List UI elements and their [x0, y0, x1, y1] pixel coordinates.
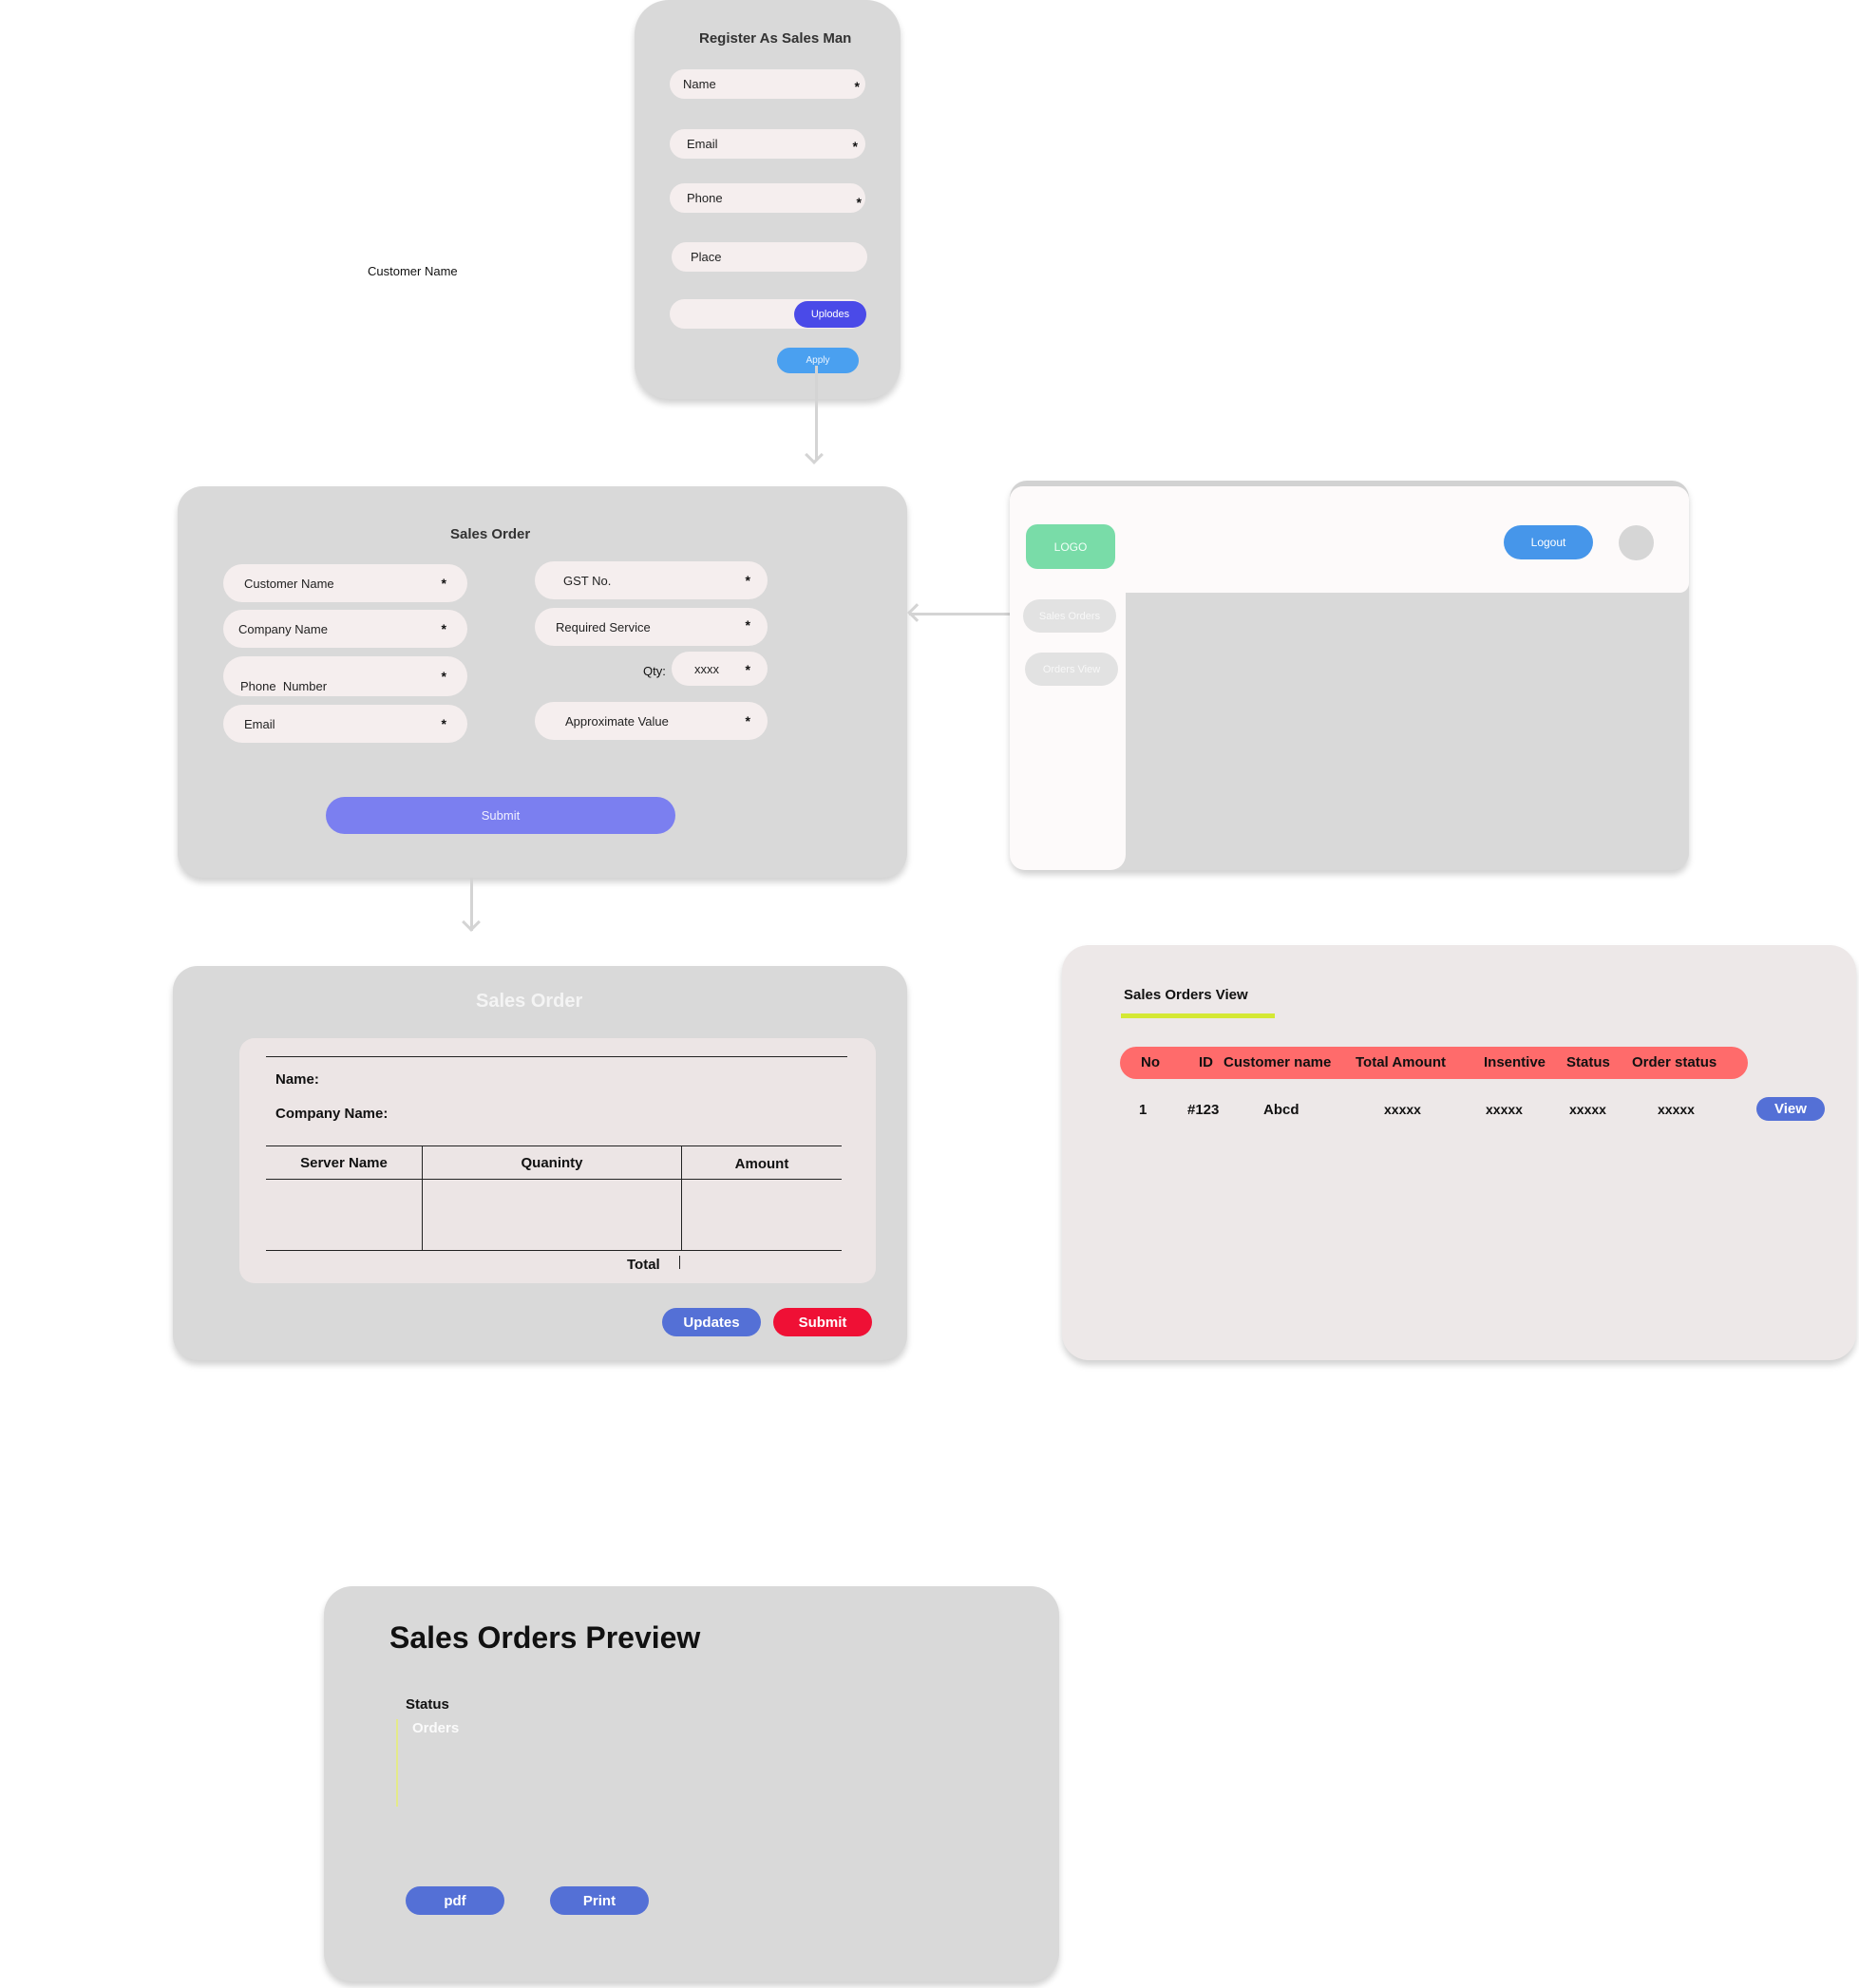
dashboard-sidebar — [1010, 543, 1126, 870]
invoice-total-label: Total — [627, 1257, 660, 1273]
email-field[interactable]: Email * — [223, 705, 467, 743]
col-id: ID — [1199, 1054, 1213, 1070]
upload-button[interactable]: Uplodes — [794, 301, 866, 328]
phone-number-field[interactable]: Phone Number * — [223, 656, 467, 696]
logout-button[interactable]: Logout — [1504, 525, 1593, 559]
invoice-name-label: Name: — [275, 1071, 319, 1088]
print-button[interactable]: Print — [550, 1886, 649, 1915]
required-star-icon: * — [745, 662, 750, 677]
preview-status-label: Status — [406, 1696, 449, 1713]
invoice-col-amount: Amount — [734, 1156, 789, 1172]
required-star-icon: * — [854, 79, 860, 94]
apply-button[interactable]: Apply — [777, 348, 859, 373]
invoice-table: Server Name Quaninty Amount — [266, 1145, 842, 1251]
qty-label: Qty: — [643, 664, 666, 678]
sidebar-item-sales-orders[interactable]: Sales Orders — [1023, 599, 1116, 633]
invoice-cell[interactable] — [682, 1180, 843, 1251]
register-email-field[interactable]: Email * — [670, 129, 865, 159]
view-button[interactable]: View — [1756, 1097, 1825, 1121]
arrow-left-icon — [907, 603, 926, 622]
required-service-label: Required Service — [556, 619, 651, 634]
register-name-field[interactable]: Name * — [670, 69, 865, 99]
orders-view-title-underline — [1121, 1013, 1275, 1018]
sidebar-item-orders-view[interactable]: Orders View — [1025, 653, 1118, 686]
col-status: Status — [1566, 1054, 1610, 1070]
col-total-amount: Total Amount — [1356, 1054, 1446, 1070]
col-customer-name: Customer name — [1224, 1054, 1332, 1070]
invoice-col-quantity: Quaninty — [422, 1145, 682, 1180]
required-star-icon: * — [441, 716, 446, 731]
pdf-button[interactable]: pdf — [406, 1886, 504, 1915]
floating-customer-name-label: Customer Name — [368, 264, 458, 278]
customer-name-field[interactable]: Customer Name * — [223, 564, 467, 602]
required-star-icon: * — [745, 573, 750, 588]
preview-orders-label: Orders — [412, 1720, 460, 1736]
invoice-total-divider — [679, 1256, 680, 1269]
invoice-cell[interactable] — [422, 1179, 682, 1251]
invoice-title: Sales Order — [476, 991, 583, 1012]
row-order-status: xxxxx — [1658, 1102, 1695, 1117]
register-panel: Register As Sales Man Name * Email * Pho… — [635, 0, 901, 399]
register-title: Register As Sales Man — [699, 30, 852, 47]
required-star-icon: * — [852, 139, 858, 154]
invoice-sheet: Name: Company Name: Server Name Quaninty… — [239, 1038, 876, 1283]
qty-value: xxxx — [694, 661, 719, 676]
col-no: No — [1141, 1054, 1160, 1070]
orders-view-title: Sales Orders View — [1124, 987, 1248, 1003]
arrow-down-icon — [805, 445, 824, 464]
orders-view-panel: Sales Orders View No ID Customer name To… — [1062, 945, 1856, 1360]
updates-button[interactable]: Updates — [662, 1308, 761, 1336]
row-total: xxxxx — [1384, 1102, 1421, 1117]
avatar[interactable] — [1619, 525, 1654, 560]
register-phone-label: Phone — [687, 191, 723, 205]
preview-title: Sales Orders Preview — [389, 1620, 701, 1655]
sales-order-form-panel: Sales Order Customer Name * Company Name… — [178, 486, 907, 878]
register-name-label: Name — [683, 77, 716, 91]
invoice-top-rule — [266, 1056, 847, 1057]
required-star-icon: * — [441, 669, 446, 684]
invoice-panel: Sales Order Name: Company Name: Server N… — [173, 966, 907, 1360]
col-order-status: Order status — [1632, 1054, 1717, 1070]
qty-field[interactable]: xxxx * — [672, 652, 768, 686]
row-id: #123 — [1187, 1102, 1220, 1118]
phone-number-label: Phone Number — [240, 678, 328, 693]
orders-table-header: No ID Customer name Total Amount Insenti… — [1120, 1047, 1748, 1079]
register-place-field[interactable]: Place — [672, 242, 867, 272]
arrow-down-icon — [462, 913, 481, 932]
preview-panel: Sales Orders Preview Status Orders pdf P… — [324, 1586, 1059, 1981]
required-star-icon: * — [745, 713, 750, 729]
required-star-icon: * — [745, 617, 750, 633]
invoice-submit-button[interactable]: Submit — [773, 1308, 872, 1336]
sales-order-form-title: Sales Order — [450, 526, 531, 542]
gst-number-field[interactable]: GST No. * — [535, 561, 768, 599]
required-service-field[interactable]: Required Service * — [535, 608, 768, 646]
invoice-cell[interactable] — [266, 1179, 423, 1251]
customer-name-label: Customer Name — [244, 576, 334, 591]
required-star-icon: * — [441, 576, 446, 591]
logo: LOGO — [1026, 524, 1115, 569]
preview-status-line — [396, 1719, 398, 1807]
required-star-icon: * — [441, 621, 446, 636]
row-incentive: xxxxx — [1486, 1102, 1523, 1117]
email-label: Email — [244, 716, 275, 731]
company-name-label: Company Name — [238, 621, 328, 636]
row-no: 1 — [1139, 1102, 1148, 1118]
dashboard-panel: LOGO Logout Sales Orders Orders View — [1010, 481, 1689, 870]
register-phone-field[interactable]: Phone * — [670, 183, 865, 213]
col-incentive: Insentive — [1484, 1054, 1546, 1070]
approximate-value-label: Approximate Value — [565, 713, 669, 729]
invoice-col-server-name: Server Name — [266, 1145, 423, 1180]
invoice-company-label: Company Name: — [275, 1106, 389, 1122]
required-star-icon: * — [856, 195, 862, 210]
row-status: xxxxx — [1569, 1102, 1606, 1117]
company-name-field[interactable]: Company Name * — [223, 610, 467, 648]
approximate-value-field[interactable]: Approximate Value * — [535, 702, 768, 740]
register-place-label: Place — [691, 250, 722, 264]
sales-order-submit-button[interactable]: Submit — [326, 797, 675, 834]
gst-number-label: GST No. — [563, 573, 612, 588]
register-email-label: Email — [687, 137, 718, 151]
table-row: 1 #123 Abcd xxxxx xxxxx xxxxx xxxxx View — [1120, 1095, 1842, 1124]
row-customer: Abcd — [1263, 1102, 1299, 1118]
